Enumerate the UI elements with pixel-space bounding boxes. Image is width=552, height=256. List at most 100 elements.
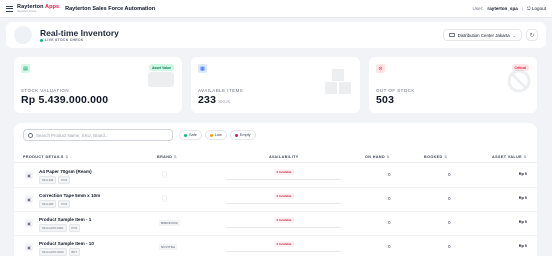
sort-icon: ⇅	[386, 155, 391, 159]
availability-badge: 0 Available	[274, 217, 294, 223]
empty-dot-icon	[234, 133, 238, 137]
distribution-center-value: Distribution Center Jakarta	[457, 32, 510, 38]
product-name: Product Sample Item - 10	[39, 241, 94, 246]
table-row[interactable]: ▣ Product Sample Item - 1 SKU-GATO-9001 P…	[14, 212, 537, 236]
ban-decoration-icon	[507, 69, 531, 93]
product-name: A4 Paper 70gsm (Ream)	[39, 169, 92, 174]
uom-tag: PCS	[58, 200, 71, 208]
search-box[interactable]	[23, 129, 173, 141]
uom-tag: PCS	[68, 224, 81, 232]
on-hand-value: 0	[388, 220, 391, 225]
stat-value-text: 503	[376, 94, 395, 106]
column-header-label: BRAND	[157, 155, 173, 159]
user-label: User:	[472, 6, 484, 11]
stat-unit: SKUs	[218, 99, 230, 104]
stat-value-text: Rp 5.439.000.000	[21, 94, 109, 106]
table-row[interactable]: ▣ A4 Paper 70gsm (Ream) SKU-184 PCS 0 Ava…	[14, 164, 537, 188]
safe-dot-icon	[184, 133, 187, 137]
brand-placeholder-icon	[162, 195, 167, 202]
booked-value: 0	[448, 172, 451, 177]
brand-logo[interactable]: Rayterton Apps Rayterton Group	[17, 4, 59, 13]
page-header: Real-time Inventory LIVE STOCK CHECK Dis…	[6, 22, 546, 48]
wallet-decoration-icon	[148, 72, 174, 87]
column-header-on-hand[interactable]: ON HAND ⇅	[365, 155, 390, 159]
legend-label: Safe	[189, 133, 197, 137]
stock-legend: Safe Low Empty	[179, 130, 256, 140]
on-hand-value: 0	[388, 196, 391, 201]
column-header-label: AVAILABILITY	[269, 155, 299, 159]
column-header-brand[interactable]: BRAND ⇅	[157, 155, 177, 159]
brand-placeholder-icon	[162, 171, 167, 178]
availability-badge: 0 Available	[274, 241, 294, 247]
brand-subtitle: Rayterton Group	[17, 10, 37, 13]
logout-link[interactable]: ⎋ Logout	[527, 6, 546, 11]
inventory-table-card: Safe Low Empty PRODUCT DETAILS⇅ BRAND⇅ A…	[14, 123, 537, 256]
product-icon: ▣	[25, 171, 33, 179]
distribution-center-select[interactable]: Distribution Center Jakarta ⌄	[442, 29, 522, 41]
page-logo	[14, 26, 32, 44]
sku-tag: SKU-GATO-9001	[39, 224, 67, 232]
legend-label: Empty	[239, 133, 251, 137]
stat-label: STOCK VALUATION	[21, 88, 69, 93]
availability-badge: 0 Available	[274, 193, 294, 199]
app-title: Rayterton Sales Force Automation	[65, 5, 156, 12]
money-icon: ▤	[21, 64, 30, 73]
search-icon	[28, 132, 33, 138]
booked-value: 0	[448, 196, 451, 201]
sort-icon: ⇅	[444, 155, 448, 159]
warehouse-icon	[448, 33, 455, 37]
legend-safe[interactable]: Safe	[179, 130, 202, 140]
stat-value-text: 233	[198, 94, 217, 106]
booked-value: 0	[448, 244, 451, 249]
table-row[interactable]: ▣ Correction Tape 5mm x 10m SKU-180 PCS 0…	[14, 188, 537, 212]
product-name: Correction Tape 5mm x 10m	[39, 193, 101, 198]
low-dot-icon	[209, 133, 213, 137]
search-input[interactable]	[36, 132, 166, 138]
column-header-label: PRODUCT DETAILS	[23, 155, 64, 159]
table-row[interactable]: ▣ Product Sample Item - 10 SKU-GATO-9010…	[14, 236, 537, 256]
column-header-label: BOOKED	[424, 155, 443, 159]
live-dot-icon	[40, 38, 43, 42]
asset-value: Rp 0	[518, 220, 527, 224]
chevron-down-icon: ⌄	[512, 32, 516, 38]
asset-value: Rp 0	[518, 172, 527, 176]
sort-icon: ⇅	[523, 155, 527, 159]
logout-label: Logout	[531, 6, 546, 11]
table-header: PRODUCT DETAILS ⇅ BRAND ⇅ AVAILABILITY ON …	[14, 151, 537, 163]
column-header-booked[interactable]: BOOKED ⇅	[424, 155, 448, 159]
product-icon: ▣	[25, 195, 33, 203]
legend-label: Low	[214, 133, 222, 137]
sort-icon: ⇅	[65, 155, 69, 159]
asset-value: Rp 0	[518, 244, 527, 248]
column-header-product[interactable]: PRODUCT DETAILS ⇅	[23, 155, 69, 159]
box-icon: ▦	[198, 64, 207, 73]
sku-tag: SKU-GATO-9010	[39, 248, 67, 256]
stat-card-out-of-stock: ⊘ Critical OUT OF STOCK 503	[369, 57, 537, 113]
user-name[interactable]: rayterton_spa	[487, 6, 517, 11]
refresh-icon: ↻	[529, 32, 535, 39]
hamburger-menu-icon[interactable]	[6, 5, 13, 12]
stat-value: Rp 5.439.000.000	[21, 94, 108, 106]
boxes-decoration-icon	[325, 69, 351, 94]
top-bar: Rayterton Apps Rayterton Group Rayterton…	[0, 0, 552, 18]
stat-value: 233 SKUs	[198, 94, 230, 106]
legend-low[interactable]: Low	[204, 130, 227, 140]
column-header-label: ASSET VALUE	[492, 155, 522, 159]
legend-empty[interactable]: Empty	[229, 130, 256, 140]
refresh-button[interactable]: ↻	[526, 29, 538, 41]
on-hand-value: 0	[388, 244, 391, 249]
page-title: Real-time Inventory	[40, 28, 119, 38]
uom-tag: BKT	[68, 248, 80, 256]
product-icon: ▣	[25, 243, 33, 251]
column-header-label: ON HAND	[365, 155, 386, 159]
separator: |	[521, 6, 524, 11]
product-icon: ▣	[25, 219, 33, 227]
stat-value: 503	[376, 94, 394, 106]
brand-accent: Apps	[45, 4, 60, 10]
column-header-asset-value[interactable]: ASSET VALUE ⇅	[492, 155, 527, 159]
booked-value: 0	[448, 220, 451, 225]
sku-tag: SKU-184	[39, 176, 57, 184]
sku-tag: SKU-180	[39, 200, 57, 208]
product-name: Product Sample Item - 1	[39, 217, 92, 222]
availability-badge: 0 Available	[274, 169, 294, 175]
